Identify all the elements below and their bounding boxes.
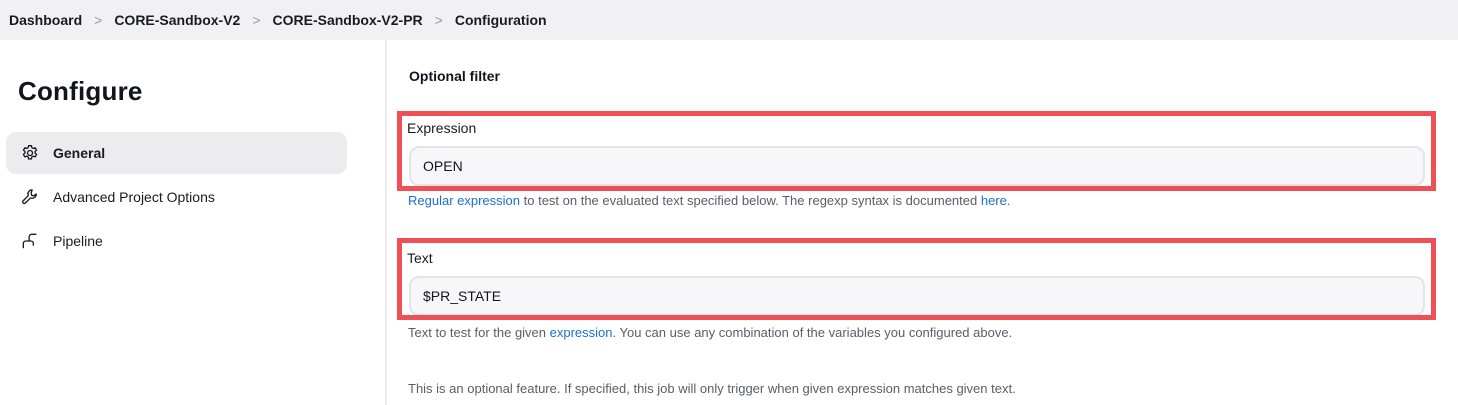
optional-feature-note: This is an optional feature. If specifie… [408, 381, 1016, 396]
sidebar-item-advanced-project-options[interactable]: Advanced Project Options [6, 176, 347, 218]
breadcrumb-separator: > [94, 12, 103, 28]
breadcrumb-configuration[interactable]: Configuration [455, 12, 547, 28]
breadcrumb-dashboard[interactable]: Dashboard [9, 12, 82, 28]
gear-icon [19, 142, 41, 164]
breadcrumb-separator: > [434, 12, 443, 28]
pipeline-icon [19, 230, 41, 252]
expression-label: Expression [407, 120, 477, 136]
expression-input[interactable] [409, 146, 1425, 186]
expression-help: Regular expression to test on the evalua… [408, 193, 1011, 208]
breadcrumb-separator: > [252, 12, 261, 28]
sidebar: Configure General Advanced Project Optio… [0, 40, 385, 405]
text-help: Text to test for the given expression. Y… [408, 325, 1012, 340]
text-help-start: Text to test for the given [408, 325, 550, 340]
regular-expression-link[interactable]: Regular expression [408, 193, 520, 208]
sidebar-item-general[interactable]: General [6, 132, 347, 174]
breadcrumb-core-sandbox-v2[interactable]: CORE-Sandbox-V2 [114, 12, 240, 28]
expression-help-text: to test on the evaluated text specified … [520, 193, 981, 208]
text-input[interactable] [409, 276, 1425, 316]
section-title: Optional filter [409, 68, 500, 84]
page-title: Configure [18, 76, 143, 106]
expression-link[interactable]: expression [550, 325, 613, 340]
expression-help-end: . [1006, 193, 1011, 208]
sidebar-item-label: Advanced Project Options [53, 189, 215, 205]
wrench-icon [19, 186, 41, 208]
regexp-docs-link[interactable]: here [981, 193, 1007, 208]
text-help-end: . You can use any combination of the var… [612, 325, 1013, 340]
sidebar-item-label: General [53, 145, 106, 161]
main-content: Optional filter Expression Regular expre… [387, 40, 1458, 405]
breadcrumb-core-sandbox-v2-pr[interactable]: CORE-Sandbox-V2-PR [273, 12, 423, 28]
text-label: Text [407, 250, 433, 266]
sidebar-item-label: Pipeline [53, 233, 103, 249]
sidebar-item-pipeline[interactable]: Pipeline [6, 220, 347, 262]
breadcrumb: Dashboard > CORE-Sandbox-V2 > CORE-Sandb… [0, 0, 1458, 40]
